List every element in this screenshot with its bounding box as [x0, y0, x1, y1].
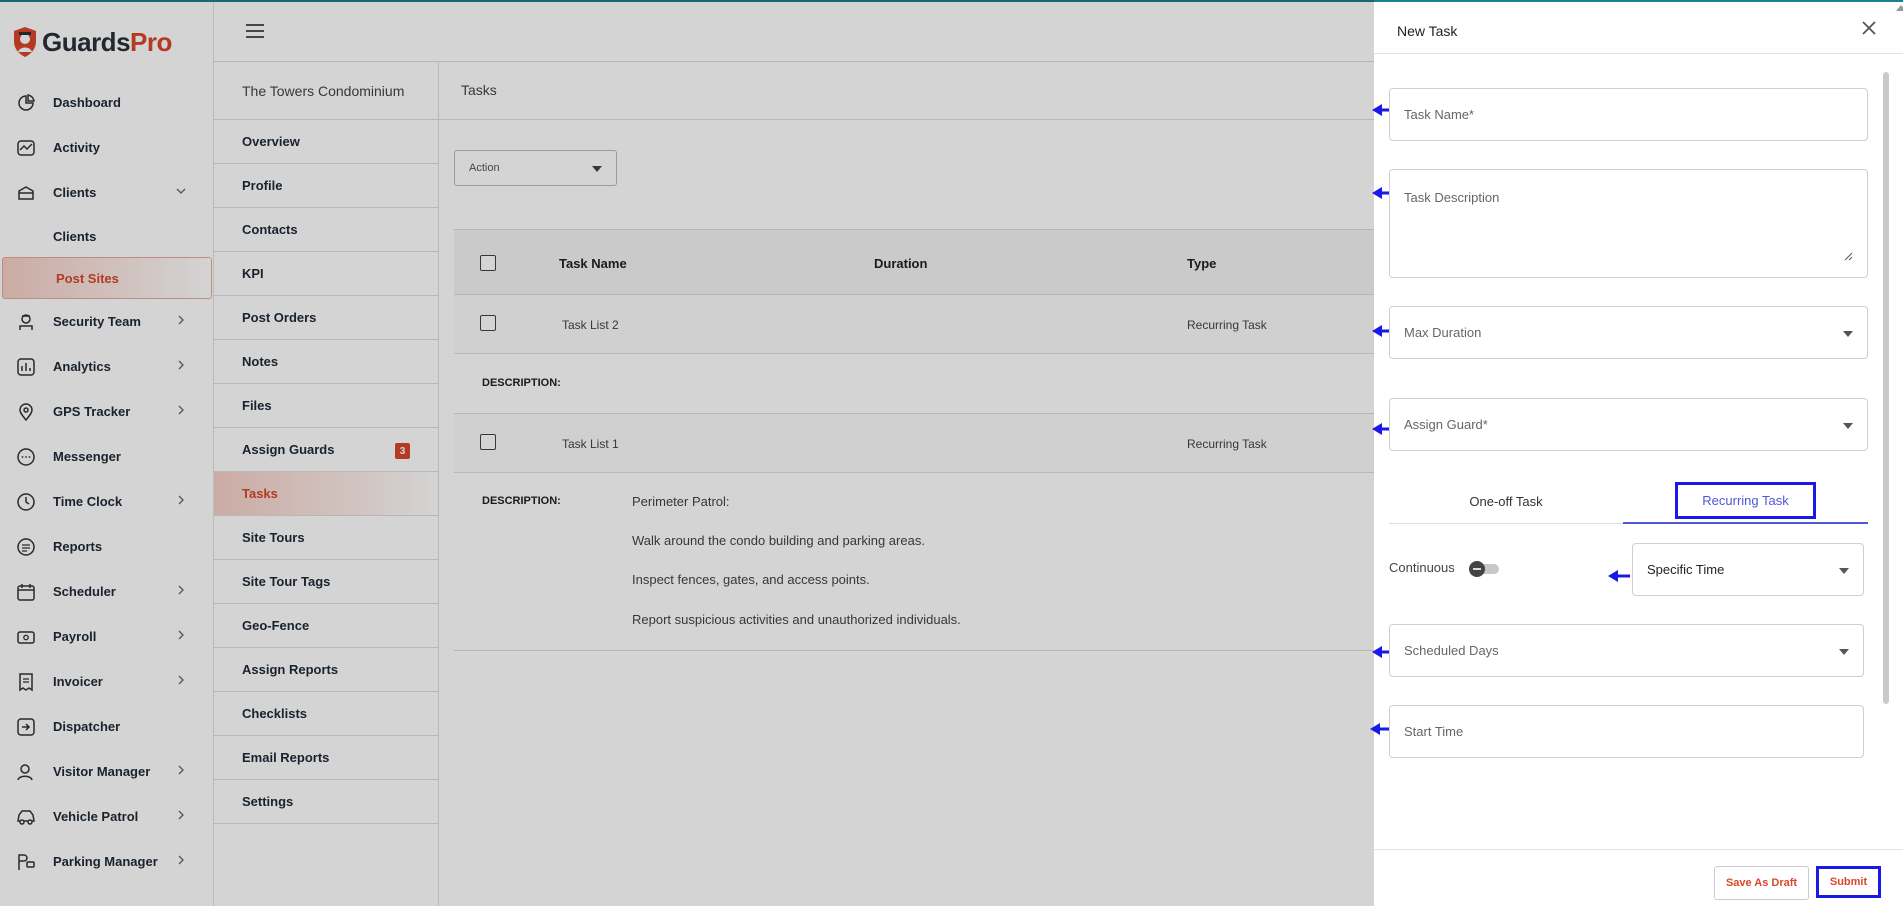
tab-label: Recurring Task — [1675, 482, 1816, 519]
scheduled-days-select[interactable]: Scheduled Days — [1389, 624, 1864, 677]
task-description-field[interactable]: Task Description — [1389, 169, 1868, 278]
scheduled-days-placeholder: Scheduled Days — [1404, 643, 1499, 658]
caret-down-icon — [1839, 568, 1849, 574]
divider — [1374, 849, 1903, 850]
start-time-field[interactable]: Start Time — [1389, 705, 1864, 758]
continuous-label: Continuous — [1389, 560, 1455, 575]
time-mode-select[interactable]: Specific Time — [1632, 543, 1864, 596]
scroll-up-icon[interactable] — [1896, 5, 1903, 11]
tab-recurring-task[interactable]: Recurring Task — [1623, 479, 1868, 524]
drawer-title: New Task — [1397, 23, 1458, 39]
task-name-placeholder: Task Name* — [1404, 107, 1475, 122]
scrollbar[interactable] — [1883, 72, 1889, 704]
tab-one-off-task[interactable]: One-off Task — [1389, 479, 1623, 524]
assign-guard-placeholder: Assign Guard* — [1404, 417, 1488, 432]
task-name-field[interactable]: Task Name* — [1389, 88, 1868, 141]
task-description-placeholder: Task Description — [1404, 190, 1500, 205]
annotation-arrow-icon — [1608, 570, 1630, 582]
max-duration-select[interactable]: Max Duration — [1389, 306, 1868, 359]
caret-down-icon — [1843, 423, 1853, 429]
task-type-tabs: One-off Task Recurring Task — [1389, 479, 1868, 524]
submit-button[interactable]: Submit — [1816, 866, 1881, 898]
continuous-toggle[interactable] — [1469, 561, 1502, 577]
new-task-drawer: New Task Task Name* Task Description Max… — [1370, 0, 1903, 906]
toggle-knob — [1469, 561, 1485, 577]
modal-backdrop[interactable] — [0, 0, 1374, 906]
assign-guard-select[interactable]: Assign Guard* — [1389, 398, 1868, 451]
save-as-draft-button[interactable]: Save As Draft — [1714, 866, 1809, 900]
caret-down-icon — [1843, 331, 1853, 337]
divider — [1374, 53, 1903, 54]
max-duration-placeholder: Max Duration — [1404, 325, 1482, 340]
tab-label: One-off Task — [1469, 494, 1543, 509]
resize-handle-icon[interactable] — [1844, 252, 1853, 261]
caret-down-icon — [1839, 649, 1849, 655]
time-mode-value: Specific Time — [1647, 562, 1725, 577]
close-icon[interactable] — [1860, 19, 1878, 37]
start-time-placeholder: Start Time — [1404, 724, 1464, 739]
